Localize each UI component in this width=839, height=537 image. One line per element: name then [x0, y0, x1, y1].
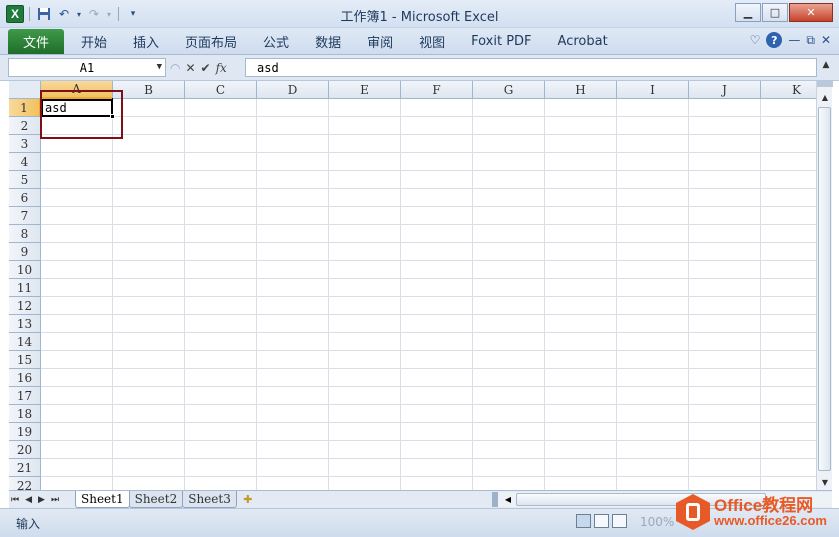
highlight-annotation-box [40, 90, 123, 139]
row-header-20[interactable]: 20 [9, 441, 41, 459]
watermark-url: www.office26.com [714, 513, 827, 528]
tab-foxit-pdf[interactable]: Foxit PDF [458, 28, 544, 55]
row-header-6[interactable]: 6 [9, 189, 41, 207]
column-header-k[interactable]: K [761, 81, 816, 99]
cell-area[interactable] [41, 99, 816, 490]
expand-formula-bar-icon[interactable]: ▲ [820, 60, 832, 75]
sheet-tab-sheet3[interactable]: Sheet3 [182, 491, 237, 508]
doc-minimize-icon[interactable]: — [788, 33, 800, 47]
row-header-3[interactable]: 3 [9, 135, 41, 153]
tab-insert[interactable]: 插入 [120, 28, 172, 55]
view-buttons [576, 514, 627, 528]
tab-data[interactable]: 数据 [302, 28, 354, 55]
watermark: Office教程网 www.office26.com [676, 489, 836, 535]
tab-review[interactable]: 审阅 [354, 28, 406, 55]
column-header-e[interactable]: E [329, 81, 401, 99]
last-sheet-icon[interactable]: ⏭ [51, 495, 59, 505]
vertical-scroll-thumb[interactable] [818, 107, 831, 471]
ribbon-tab-bar: 文件 开始 插入 页面布局 公式 数据 审阅 视图 Foxit PDF Acro… [0, 28, 839, 55]
formula-buttons: ◠ ✕ ✔ fx [170, 58, 227, 77]
maximize-button[interactable]: □ [762, 3, 788, 22]
zoom-level[interactable]: 100% [640, 515, 674, 529]
row-header-17[interactable]: 17 [9, 387, 41, 405]
worksheet-grid[interactable]: ABCDEFGHIJK 1 2 3 4 5 6 7 8 9 10 11 12 13 14 15 16 17 18 1… [9, 81, 816, 490]
column-header-j[interactable]: J [689, 81, 761, 99]
window-controls: ▁ □ ✕ [735, 3, 833, 22]
prev-sheet-icon[interactable]: ◀ [25, 495, 32, 505]
row-header-7[interactable]: 7 [9, 207, 41, 225]
column-header-h[interactable]: H [545, 81, 617, 99]
scroll-down-icon[interactable]: ▼ [817, 474, 833, 490]
insert-sheet-icon[interactable]: ✚ [236, 491, 260, 508]
row-header-21[interactable]: 21 [9, 459, 41, 477]
row-header-22[interactable]: 22 [9, 477, 41, 490]
name-box-dropdown-icon[interactable]: ▼ [157, 62, 162, 72]
close-button[interactable]: ✕ [789, 3, 833, 22]
row-header-18[interactable]: 18 [9, 405, 41, 423]
window-title: 工作簿1 - Microsoft Excel [340, 10, 499, 25]
doc-close-icon[interactable]: ✕ [821, 33, 831, 47]
minimize-button[interactable]: ▁ [735, 3, 761, 22]
ribbon-tabs: 开始 插入 页面布局 公式 数据 审阅 视图 Foxit PDF Acrobat [68, 28, 621, 55]
tab-formulas[interactable]: 公式 [250, 28, 302, 55]
row-header-13[interactable]: 13 [9, 315, 41, 333]
row-header-5[interactable]: 5 [9, 171, 41, 189]
title-bar: X ↶ ▾ ↷ ▾ ▾ 工作簿1 - Microsoft Excel ▁ □ ✕ [0, 0, 839, 28]
formula-input[interactable]: asd [245, 58, 817, 77]
watermark-name: Office教程网 [714, 496, 814, 515]
tab-file[interactable]: 文件 [8, 29, 64, 54]
sheet-tabs: Sheet1 Sheet2 Sheet3 ✚ [75, 491, 260, 508]
name-box-value: A1 [79, 60, 95, 75]
page-break-view-icon[interactable] [612, 514, 627, 528]
row-header-2[interactable]: 2 [9, 117, 41, 135]
row-header-12[interactable]: 12 [9, 297, 41, 315]
column-header-c[interactable]: C [185, 81, 257, 99]
sheet-tab-sheet2[interactable]: Sheet2 [128, 491, 184, 508]
scroll-up-icon[interactable]: ▲ [817, 89, 833, 105]
vertical-split-handle[interactable] [817, 81, 833, 87]
tab-acrobat[interactable]: Acrobat [545, 28, 621, 55]
normal-view-icon[interactable] [576, 514, 591, 528]
scroll-left-icon[interactable]: ◀ [502, 492, 514, 507]
tab-home[interactable]: 开始 [68, 28, 120, 55]
office-logo-icon [676, 494, 710, 530]
doc-restore-icon[interactable]: ⧉ [806, 33, 815, 48]
row-header-4[interactable]: 4 [9, 153, 41, 171]
row-header-19[interactable]: 19 [9, 423, 41, 441]
row-header-14[interactable]: 14 [9, 333, 41, 351]
tab-page-layout[interactable]: 页面布局 [172, 28, 250, 55]
watermark-text: Office教程网 www.office26.com [714, 497, 827, 527]
row-header-10[interactable]: 10 [9, 261, 41, 279]
formula-bar: A1 ▼ ◠ ✕ ✔ fx asd ▲ [0, 55, 839, 81]
help-icon[interactable]: ? [766, 32, 783, 48]
column-header-g[interactable]: G [473, 81, 545, 99]
first-sheet-icon[interactable]: ⏮ [11, 495, 19, 505]
name-box[interactable]: A1 ▼ [8, 58, 166, 77]
insert-function-icon[interactable]: fx [216, 61, 227, 75]
column-header-b[interactable]: B [113, 81, 185, 99]
row-header-8[interactable]: 8 [9, 225, 41, 243]
confirm-entry-icon[interactable]: ✔ [201, 61, 211, 75]
ribbon-right-controls: ♡ ? — ⧉ ✕ [750, 32, 831, 48]
vertical-scrollbar[interactable]: ▲ ▼ [816, 81, 833, 490]
select-all-corner[interactable] [9, 81, 41, 99]
minimize-ribbon-icon[interactable]: ♡ [750, 33, 761, 47]
formula-bar-grip-icon: ◠ [170, 60, 181, 75]
row-header-16[interactable]: 16 [9, 369, 41, 387]
column-header-d[interactable]: D [257, 81, 329, 99]
cancel-entry-icon[interactable]: ✕ [185, 61, 195, 75]
column-header-i[interactable]: I [617, 81, 689, 99]
sheet-tab-sheet1[interactable]: Sheet1 [75, 491, 130, 508]
row-header-9[interactable]: 9 [9, 243, 41, 261]
column-header-f[interactable]: F [401, 81, 473, 99]
tab-split-handle[interactable] [492, 492, 498, 507]
sheet-nav-buttons: ⏮ ◀ ▶ ⏭ [11, 492, 59, 508]
row-header-11[interactable]: 11 [9, 279, 41, 297]
tab-view[interactable]: 视图 [406, 28, 458, 55]
status-mode: 输入 [16, 517, 41, 531]
row-header-15[interactable]: 15 [9, 351, 41, 369]
next-sheet-icon[interactable]: ▶ [38, 495, 45, 505]
row-header-1[interactable]: 1 [9, 99, 41, 117]
page-layout-view-icon[interactable] [594, 514, 609, 528]
